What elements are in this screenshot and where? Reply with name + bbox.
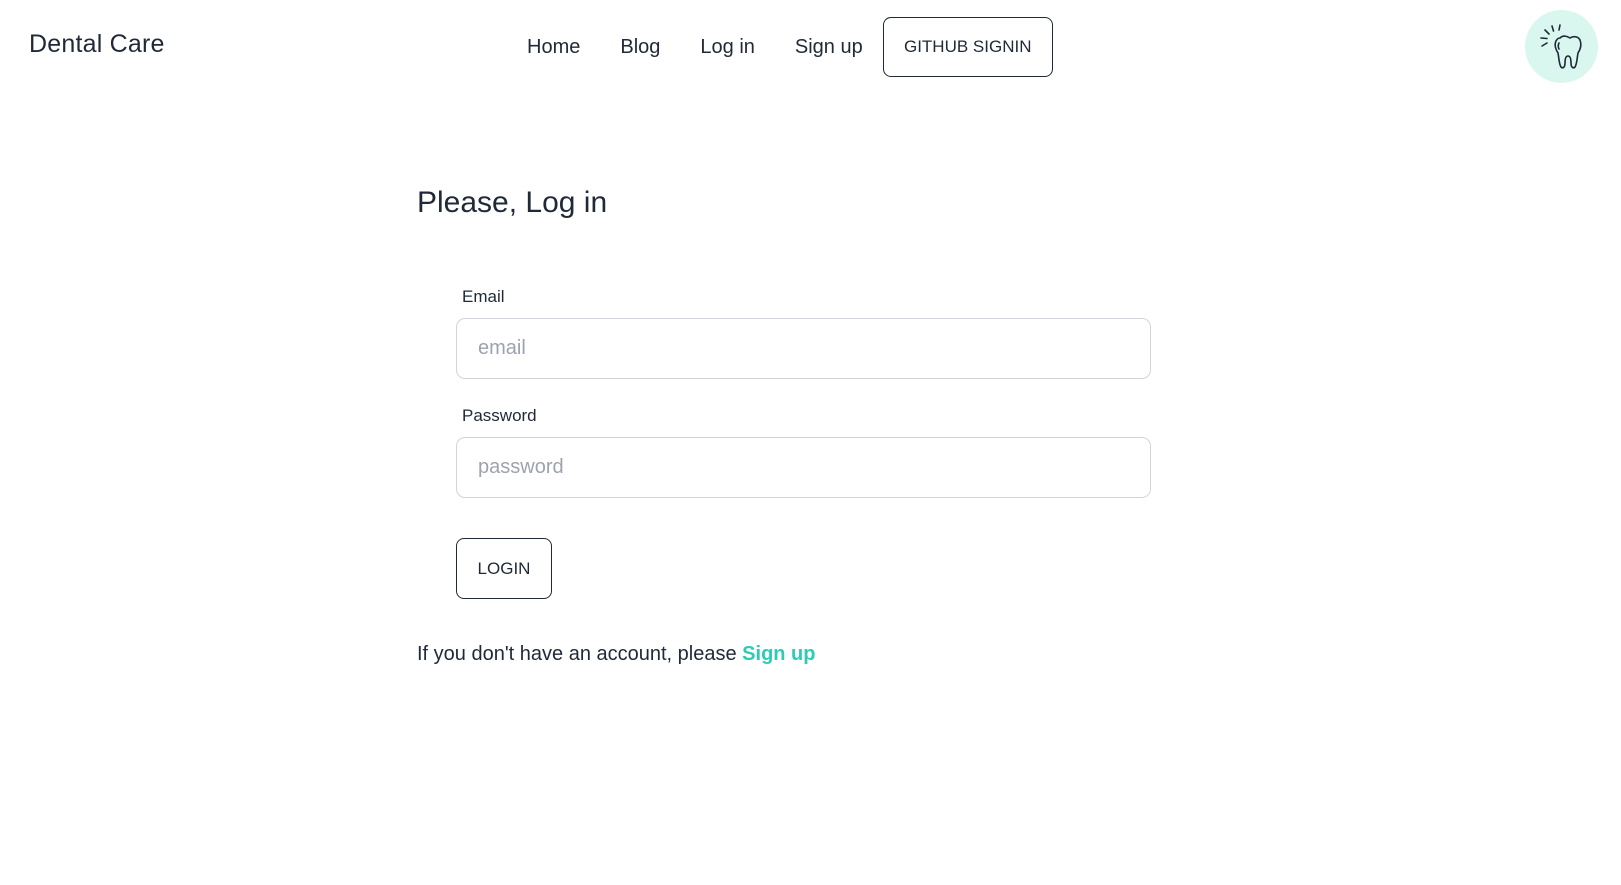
brand-logo-text[interactable]: Dental Care	[29, 30, 165, 59]
email-label: Email	[462, 287, 505, 306]
nav-link-login[interactable]: Log in	[700, 36, 755, 59]
login-form: Email Password LOGIN	[456, 285, 1151, 599]
email-field[interactable]	[456, 318, 1151, 379]
nav-link-blog[interactable]: Blog	[620, 36, 660, 59]
nav-link-home[interactable]: Home	[527, 36, 580, 59]
signup-prompt: If you don't have an account, please Sig…	[417, 643, 816, 666]
signup-prompt-text: If you don't have an account, please	[417, 643, 737, 665]
tooth-icon	[1539, 23, 1582, 69]
github-signin-button[interactable]: GITHUB SIGNIN	[882, 17, 1053, 77]
password-label: Password	[462, 406, 537, 425]
signup-link[interactable]: Sign up	[742, 643, 815, 665]
nav-menu: Home Blog Log in Sign up GITHUB SIGNIN	[527, 17, 1053, 77]
page-title: Please, Log in	[417, 186, 608, 219]
login-button[interactable]: LOGIN	[456, 538, 552, 599]
avatar[interactable]	[1525, 10, 1598, 83]
nav-link-signup[interactable]: Sign up	[795, 36, 863, 59]
password-field[interactable]	[456, 437, 1151, 498]
navbar: Dental Care Home Blog Log in Sign up GIT…	[0, 0, 1621, 96]
